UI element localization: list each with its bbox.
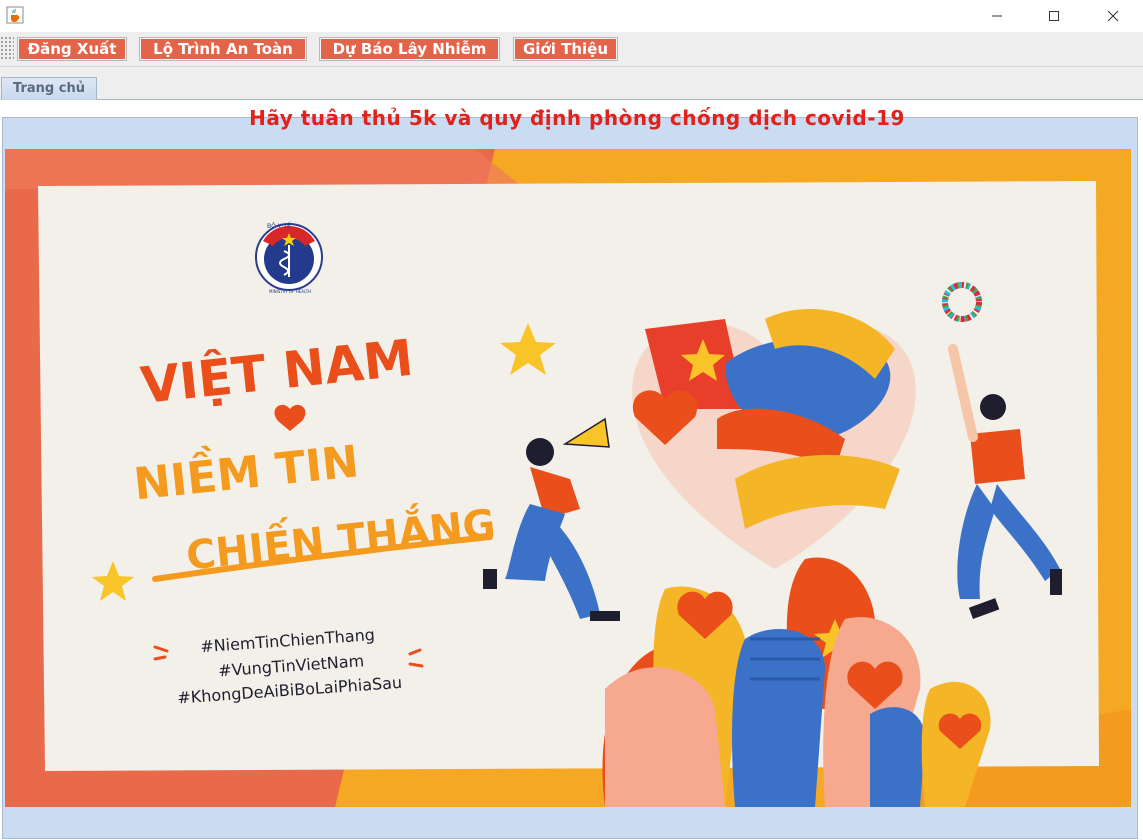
page-heading: Hãy tuân thủ 5k và quy định phòng chống … (249, 106, 905, 130)
window-titlebar (0, 0, 1143, 32)
safe-route-button[interactable]: Lộ Trình An Toàn (139, 37, 307, 61)
menu-toolbar: Đăng Xuất Lộ Trình An Toàn Dự Báo Lây Nh… (0, 32, 1143, 67)
tab-strip: Trang chủ (0, 67, 1143, 101)
toolbar-grip[interactable] (0, 36, 14, 60)
campaign-banner-image: BỘ Y TẾ MINISTRY OF HEALTH VIỆT NAM NIỀM… (5, 149, 1131, 807)
minimize-button[interactable] (968, 0, 1026, 32)
maximize-icon (1049, 11, 1059, 21)
logout-button[interactable]: Đăng Xuất (17, 37, 127, 61)
maximize-button[interactable] (1025, 0, 1083, 32)
ministry-logo-subtext: MINISTRY OF HEALTH (269, 289, 311, 294)
ministry-logo-text: BỘ Y TẾ (267, 222, 291, 230)
tab-home[interactable]: Trang chủ (1, 77, 97, 101)
close-button[interactable] (1084, 0, 1142, 32)
intro-button[interactable]: Giới Thiệu (513, 37, 618, 61)
infection-forecast-button[interactable]: Dự Báo Lây Nhiễm (319, 37, 500, 61)
java-cup-icon (6, 6, 24, 24)
minimize-icon (992, 15, 1002, 17)
close-icon (1107, 10, 1119, 22)
